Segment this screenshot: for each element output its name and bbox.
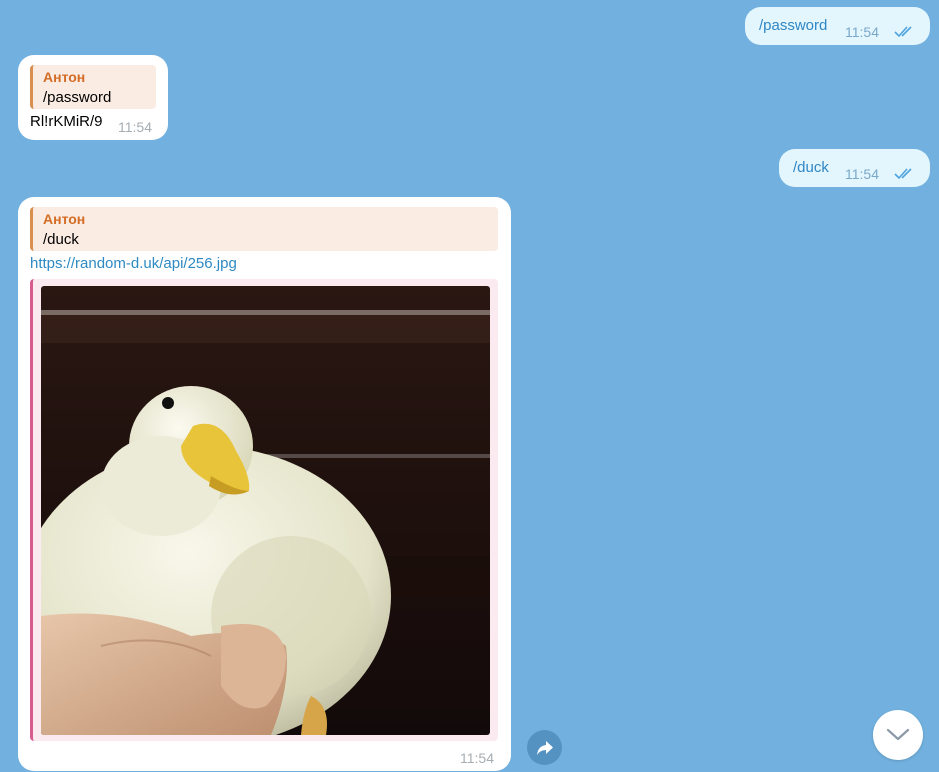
reply-author: Антон bbox=[43, 211, 86, 227]
message-time: 11:54 bbox=[460, 750, 494, 766]
message-time: 11:54 bbox=[845, 166, 879, 182]
duck-image bbox=[41, 286, 490, 735]
message-link[interactable]: https://random-d.uk/api/256.jpg bbox=[30, 255, 237, 272]
message-time: 11:54 bbox=[118, 119, 152, 135]
message-text: Rl!rKMiR/9 bbox=[30, 113, 103, 130]
message-time: 11:54 bbox=[845, 24, 879, 40]
link-preview[interactable] bbox=[30, 279, 498, 741]
scroll-down-button[interactable] bbox=[873, 710, 923, 760]
share-arrow-icon bbox=[536, 740, 553, 755]
reply-text: /duck bbox=[43, 231, 79, 248]
outgoing-message-password[interactable]: /password 11:54 bbox=[745, 7, 930, 45]
chevron-down-icon bbox=[886, 728, 910, 741]
double-check-icon bbox=[894, 26, 912, 38]
duck-photo[interactable] bbox=[41, 286, 490, 735]
reply-quote[interactable]: Антон /duck bbox=[30, 207, 498, 251]
reply-author: Антон bbox=[43, 69, 86, 85]
reply-quote[interactable]: Антон /password bbox=[30, 65, 156, 109]
message-text: /password bbox=[759, 17, 828, 34]
incoming-message-password[interactable]: Антон /password Rl!rKMiR/9 11:54 bbox=[18, 55, 168, 140]
outgoing-message-duck[interactable]: /duck 11:54 bbox=[779, 149, 930, 187]
incoming-message-duck[interactable]: Антон /duck https://random-d.uk/api/256.… bbox=[18, 197, 511, 771]
forward-button[interactable] bbox=[527, 730, 562, 765]
double-check-icon bbox=[894, 168, 912, 180]
message-text: /duck bbox=[793, 159, 829, 176]
reply-text: /password bbox=[43, 89, 112, 106]
